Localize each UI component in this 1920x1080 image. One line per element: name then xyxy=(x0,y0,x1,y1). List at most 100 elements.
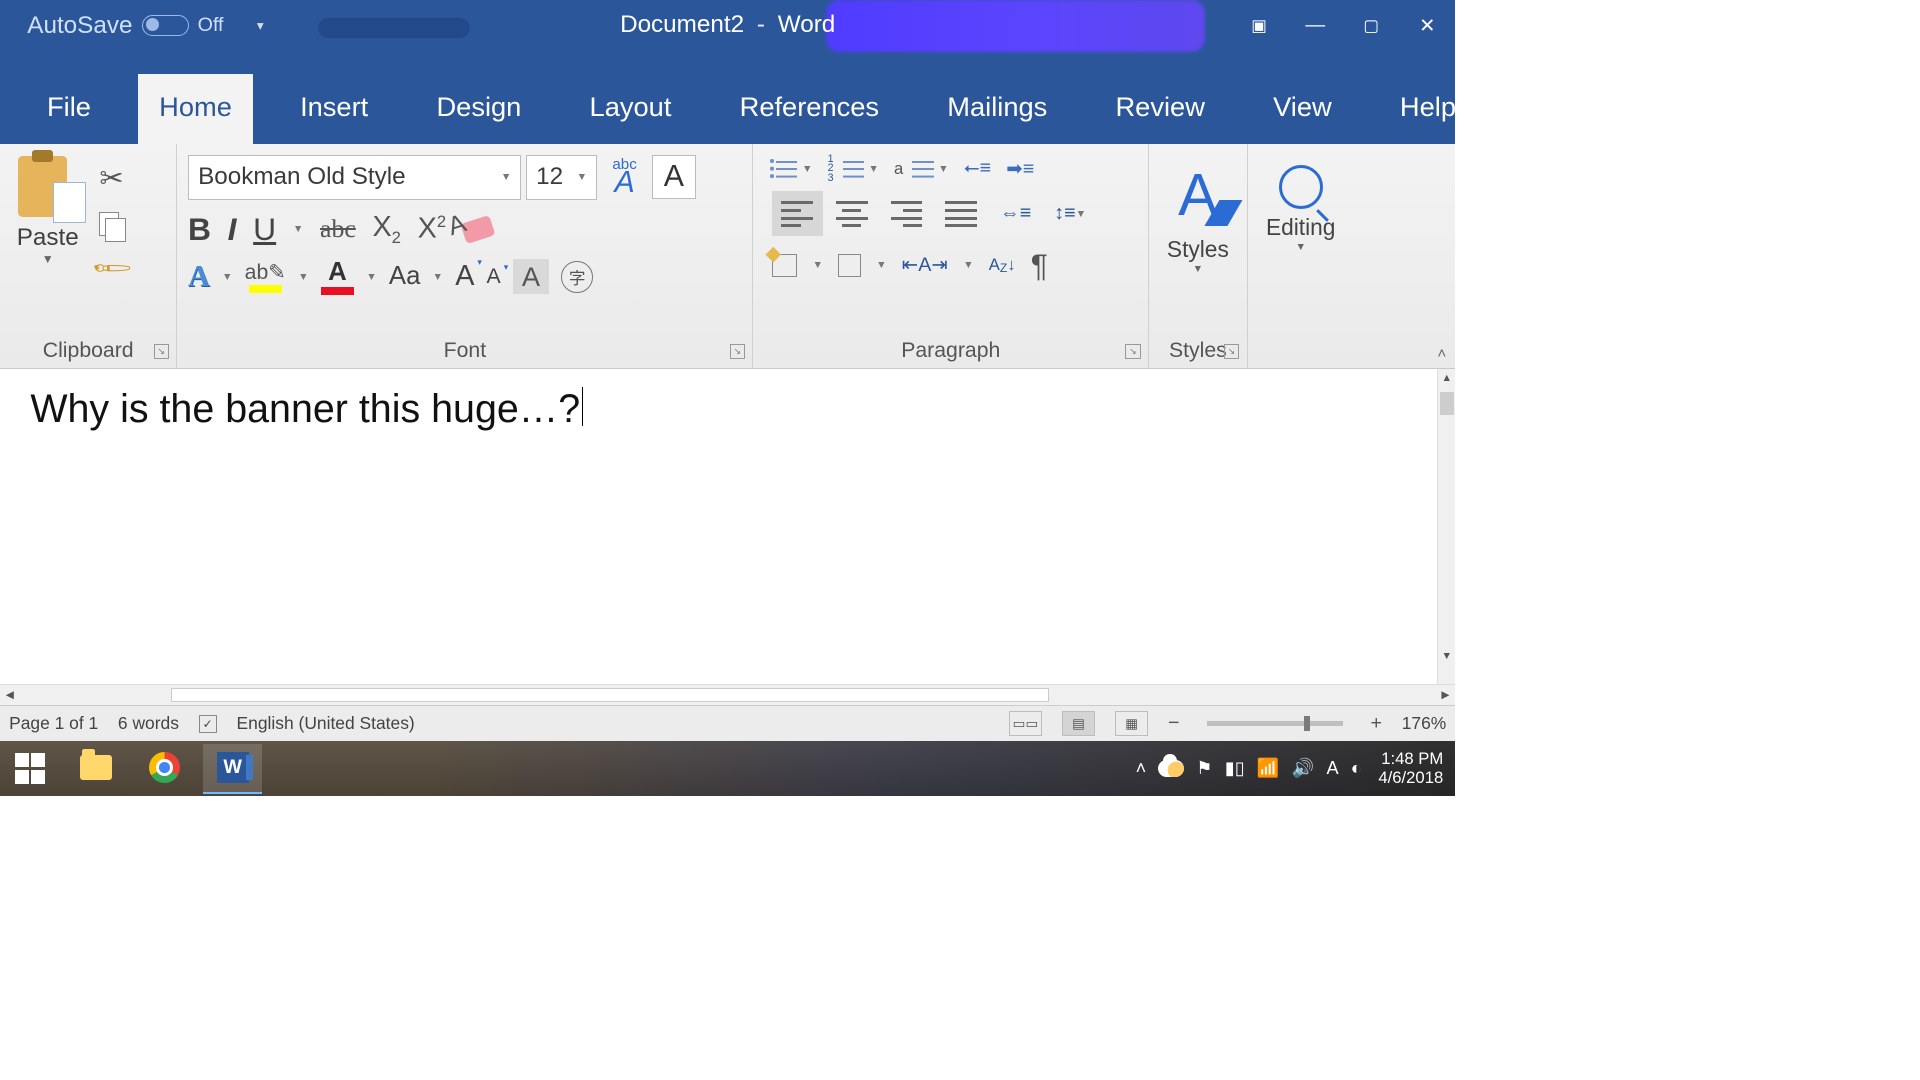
multilevel-list-button[interactable]: a▼ xyxy=(894,158,949,181)
input-language-icon[interactable]: A xyxy=(1326,758,1338,779)
align-right-button[interactable] xyxy=(881,191,933,236)
action-center-icon[interactable]: ◐ xyxy=(1351,758,1362,779)
strikethrough-button[interactable]: abc xyxy=(320,214,356,244)
zoom-in-button[interactable]: + xyxy=(1371,712,1383,735)
taskbar-app-explorer[interactable] xyxy=(67,744,126,794)
enclose-characters-button[interactable]: 字 xyxy=(561,261,593,293)
decrease-indent-button[interactable]: ⭠≡ xyxy=(964,157,991,180)
borders-button[interactable] xyxy=(838,254,861,277)
volume-icon[interactable]: 🔊 xyxy=(1292,758,1315,779)
start-button[interactable] xyxy=(3,741,58,796)
show-hide-paragraph-button[interactable]: ¶ xyxy=(1031,247,1048,284)
increase-indent-button[interactable]: ➡≡ xyxy=(1006,157,1034,181)
scroll-right-icon[interactable]: ▶ xyxy=(1436,688,1456,701)
tab-design[interactable]: Design xyxy=(415,74,542,144)
editing-button-label[interactable]: Editing xyxy=(1248,214,1354,241)
ribbon-display-options-icon[interactable]: ▣ xyxy=(1231,0,1287,52)
toggle-switch-icon[interactable] xyxy=(142,15,189,36)
document-page[interactable]: Why is the banner this huge…? xyxy=(0,369,1455,448)
highlight-color-button[interactable]: ab✎ xyxy=(245,260,286,293)
font-preview-button[interactable]: A xyxy=(652,155,696,199)
scroll-down-icon[interactable]: ▼ xyxy=(1438,647,1455,665)
styles-gallery-icon[interactable]: A xyxy=(1164,156,1232,232)
taskbar-app-word[interactable]: W xyxy=(203,744,262,794)
chevron-down-icon[interactable]: ▼ xyxy=(813,259,824,271)
word-count[interactable]: 6 words xyxy=(118,713,179,734)
autosave-toggle[interactable]: AutoSave Off xyxy=(0,12,237,40)
chevron-down-icon[interactable]: ▼ xyxy=(433,271,444,283)
tab-mailings[interactable]: Mailings xyxy=(926,74,1068,144)
sort-button[interactable]: AZ↓ xyxy=(989,255,1016,275)
distributed-button[interactable]: ⇔≡ xyxy=(990,191,1042,236)
horizontal-scrollbar[interactable]: ◀ ▶ xyxy=(0,684,1455,705)
zoom-slider[interactable] xyxy=(1207,721,1343,726)
page-count[interactable]: Page 1 of 1 xyxy=(9,713,98,734)
chevron-down-icon[interactable]: ▼ xyxy=(876,259,887,271)
change-case-button[interactable]: Aa xyxy=(389,262,421,291)
font-color-button[interactable]: A xyxy=(321,258,354,295)
align-left-button[interactable] xyxy=(772,191,824,236)
underline-button[interactable]: U xyxy=(253,211,276,248)
justify-button[interactable] xyxy=(935,191,987,236)
read-mode-button[interactable]: ▭▭ xyxy=(1009,711,1042,737)
scroll-left-icon[interactable]: ◀ xyxy=(0,688,20,701)
tab-view[interactable]: View xyxy=(1252,74,1353,144)
wifi-icon[interactable]: 📶 xyxy=(1257,758,1280,779)
paste-button[interactable]: Paste ▼ xyxy=(0,144,85,335)
copy-button[interactable] xyxy=(99,212,123,236)
tab-review[interactable]: Review xyxy=(1094,74,1226,144)
cut-button[interactable]: ✂ xyxy=(99,161,123,196)
chevron-down-icon[interactable]: ▼ xyxy=(577,171,588,183)
chevron-down-icon[interactable]: ▼ xyxy=(222,271,233,283)
find-icon[interactable] xyxy=(1279,165,1323,209)
language-status[interactable]: English (United States) xyxy=(237,713,415,734)
tab-layout[interactable]: Layout xyxy=(568,74,692,144)
collapse-ribbon-icon[interactable]: ˄ xyxy=(1437,345,1446,362)
font-size-combobox[interactable]: 12 ▼ xyxy=(526,155,597,200)
chevron-down-icon[interactable]: ▼ xyxy=(298,271,309,283)
tab-home[interactable]: Home xyxy=(138,74,253,144)
underline-dropdown-icon[interactable]: ▼ xyxy=(293,223,304,235)
chevron-down-icon[interactable]: ▼ xyxy=(501,171,512,183)
close-button[interactable]: ✕ xyxy=(1399,0,1455,52)
format-painter-button[interactable]: 🖌 xyxy=(89,246,133,290)
font-launcher-icon[interactable]: ↘ xyxy=(730,344,745,359)
flag-icon[interactable]: ⚑ xyxy=(1196,758,1212,779)
vertical-scrollbar[interactable]: ▲ ▼ xyxy=(1437,369,1455,684)
numbering-button[interactable]: 123▼ xyxy=(828,155,879,184)
asian-layout-button[interactable]: ⇤A⇥ xyxy=(902,253,948,277)
superscript-button[interactable]: X2 xyxy=(418,212,446,246)
tab-file[interactable]: File xyxy=(30,74,112,144)
subscript-button[interactable]: X2 xyxy=(372,211,400,248)
clear-all-formatting-button[interactable] xyxy=(460,214,495,244)
styles-button-label[interactable]: Styles xyxy=(1149,236,1247,263)
clear-formatting-button[interactable]: abc A xyxy=(602,159,647,195)
chevron-down-icon[interactable]: ▼ xyxy=(963,259,974,271)
horizontal-scroll-track[interactable] xyxy=(171,688,1049,702)
chevron-down-icon[interactable]: ▼ xyxy=(1149,263,1247,275)
chevron-down-icon[interactable]: ▼ xyxy=(366,271,377,283)
paste-dropdown-icon[interactable]: ▼ xyxy=(42,252,54,266)
share-icon[interactable] xyxy=(1529,109,1558,144)
qat-customize-icon[interactable]: ▾ xyxy=(257,18,264,34)
zoom-out-button[interactable]: − xyxy=(1168,712,1180,735)
system-clock[interactable]: 1:48 PM 4/6/2018 xyxy=(1374,750,1448,787)
bullets-button[interactable]: ▼ xyxy=(772,158,813,181)
taskbar-app-chrome[interactable] xyxy=(135,744,194,794)
tab-help[interactable]: Help xyxy=(1379,74,1478,144)
scroll-up-icon[interactable]: ▲ xyxy=(1438,369,1455,387)
zoom-level[interactable]: 176% xyxy=(1402,713,1447,734)
paragraph-launcher-icon[interactable]: ↘ xyxy=(1125,344,1140,359)
styles-launcher-icon[interactable]: ↘ xyxy=(1224,344,1239,359)
document-area[interactable]: Why is the banner this huge…? ▲ ▼ xyxy=(0,369,1455,684)
tray-chevron-up-icon[interactable]: ˄ xyxy=(1136,758,1147,779)
web-layout-button[interactable]: ▦ xyxy=(1115,711,1148,737)
bold-button[interactable]: B xyxy=(188,211,211,248)
scroll-thumb[interactable] xyxy=(1440,392,1454,415)
battery-icon[interactable]: ▮▯ xyxy=(1225,758,1245,779)
character-shading-button[interactable]: A xyxy=(513,259,549,294)
comments-icon[interactable] xyxy=(1583,109,1613,144)
italic-button[interactable]: I xyxy=(228,211,237,248)
font-name-combobox[interactable]: Bookman Old Style ▼ xyxy=(188,155,522,200)
text-effects-button[interactable]: A xyxy=(188,259,210,294)
